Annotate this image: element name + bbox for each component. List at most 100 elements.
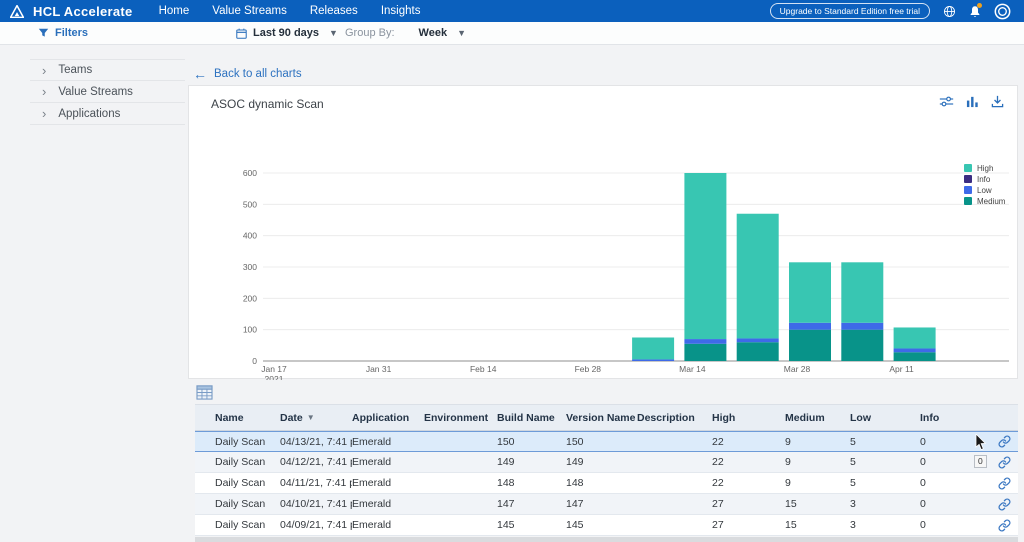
sidebar-item-value-streams[interactable]: ›Value Streams (30, 81, 185, 103)
row-link-icon[interactable] (998, 477, 1011, 490)
nav-item-releases[interactable]: Releases (310, 5, 358, 17)
y-tick-label: 300 (243, 262, 257, 272)
table-row[interactable]: Daily Scan04/09/21, 7:41 pmEmerald145145… (195, 515, 1018, 536)
cell-application: Emerald (352, 436, 424, 448)
table-row[interactable]: Daily Scan04/11/21, 7:41 pmEmerald148148… (195, 473, 1018, 494)
column-header-environment[interactable]: Environment (424, 412, 497, 424)
column-header-high[interactable]: High (712, 412, 785, 424)
table-row[interactable]: Daily Scan04/10/21, 7:41 pmEmerald147147… (195, 494, 1018, 515)
back-to-charts-link[interactable]: ← Back to all charts (193, 66, 302, 82)
bar-segment-high-mar-7[interactable] (632, 338, 674, 360)
chart-type-icon[interactable] (966, 95, 979, 108)
bar-segment-low-mar-7[interactable] (632, 359, 674, 361)
cell-build-name: 148 (497, 477, 566, 489)
notifications-bell-icon[interactable] (969, 5, 981, 18)
cell-medium: 9 (785, 436, 850, 448)
column-label: Info (920, 412, 939, 424)
column-header-version-name[interactable]: Version Name (566, 412, 637, 424)
cell-build-name: 145 (497, 519, 566, 531)
nav-right-actions: Upgrade to Standard Edition free trial (770, 3, 1024, 20)
hcl-logo-icon[interactable] (10, 5, 24, 18)
column-header-build-name[interactable]: Build Name (497, 412, 566, 424)
cell-application: Emerald (352, 498, 424, 510)
download-icon[interactable] (991, 95, 1004, 108)
table-view-icon[interactable] (196, 385, 213, 405)
cell-version-name: 149 (566, 456, 637, 468)
cell-version-name: 145 (566, 519, 637, 531)
nav-item-value-streams[interactable]: Value Streams (212, 5, 287, 17)
app-window: HCL Accelerate Home Value Streams Releases… (0, 0, 1024, 542)
legend-label-high: High (977, 164, 993, 173)
column-label: Environment (424, 412, 488, 424)
x-tick-label: Feb 14 (470, 364, 497, 374)
notification-dot (977, 3, 982, 8)
bar-segment-low-mar-14[interactable] (684, 339, 726, 344)
row-link-icon[interactable] (998, 519, 1011, 532)
y-tick-label: 200 (243, 293, 257, 303)
nav-item-insights[interactable]: Insights (381, 5, 421, 17)
column-header-info[interactable]: Info (920, 412, 990, 424)
legend-swatch-info (964, 175, 972, 183)
column-label: Low (850, 412, 871, 424)
row-link-icon[interactable] (998, 456, 1011, 469)
chart-actions (939, 95, 1004, 108)
mouse-cursor (975, 434, 987, 456)
bar-segment-high-mar-28[interactable] (789, 262, 831, 322)
cell-application: Emerald (352, 519, 424, 531)
row-link-icon[interactable] (998, 498, 1011, 511)
globe-icon[interactable] (943, 5, 956, 18)
table-row[interactable]: Daily Scan04/12/21, 7:41 pmEmerald149149… (195, 452, 1018, 473)
column-header-description[interactable]: Description (637, 412, 712, 424)
date-range-dropdown[interactable]: Last 90 days ▼ (236, 22, 338, 44)
column-header-medium[interactable]: Medium (785, 412, 850, 424)
bar-segment-medium-apr-4[interactable] (841, 330, 883, 361)
chevron-right-icon: › (42, 64, 46, 77)
bar-segment-low-mar-28[interactable] (789, 323, 831, 330)
column-header-name[interactable]: Name (195, 412, 280, 424)
sidebar-item-label: Applications (58, 108, 120, 120)
legend-swatch-low (964, 186, 972, 194)
x-tick-label: Apr 11 (889, 364, 914, 374)
bar-segment-high-apr-11[interactable] (894, 327, 936, 348)
x-tick-label: Mar 28 (784, 364, 811, 374)
column-label: Build Name (497, 412, 555, 424)
chart-settings-icon[interactable] (939, 95, 954, 108)
bar-segment-high-apr-4[interactable] (841, 262, 883, 322)
upgrade-button[interactable]: Upgrade to Standard Edition free trial (770, 3, 930, 19)
bar-segment-medium-mar-21[interactable] (737, 342, 779, 361)
bar-segment-high-mar-14[interactable] (684, 173, 726, 339)
y-tick-label: 600 (243, 168, 257, 178)
sidebar-item-teams[interactable]: ›Teams (30, 59, 185, 81)
column-label: High (712, 412, 735, 424)
cell-medium: 15 (785, 519, 850, 531)
column-header-low[interactable]: Low (850, 412, 920, 424)
bar-segment-low-mar-21[interactable] (737, 338, 779, 342)
bar-segment-high-mar-21[interactable] (737, 214, 779, 339)
row-link-icon[interactable] (998, 435, 1011, 448)
nav-item-home[interactable]: Home (159, 5, 190, 17)
group-by-label: Group By: (345, 27, 395, 39)
cell-version-name: 147 (566, 498, 637, 510)
bar-segment-low-apr-4[interactable] (841, 323, 883, 330)
top-navigation-bar: HCL Accelerate Home Value Streams Releases… (0, 0, 1024, 22)
bar-segment-medium-mar-28[interactable] (789, 330, 831, 361)
table-row[interactable]: Daily Scan04/13/21, 7:41 pmEmerald150150… (195, 431, 1018, 452)
column-header-date[interactable]: Date▼ (280, 412, 352, 424)
group-by-dropdown[interactable]: Group By: Week ▼ (345, 22, 466, 44)
filters-toggle[interactable]: Filters (38, 22, 88, 44)
bar-segment-medium-mar-14[interactable] (684, 344, 726, 361)
column-header-application[interactable]: Application (352, 412, 424, 424)
y-tick-label: 400 (243, 231, 257, 241)
cell-date: 04/12/21, 7:41 pm (280, 456, 352, 468)
cell-build-name: 150 (497, 436, 566, 448)
app-title: HCL Accelerate (33, 4, 133, 19)
cell-high: 27 (712, 498, 785, 510)
funnel-icon (38, 28, 49, 39)
cell-name: Daily Scan (195, 456, 280, 468)
user-avatar[interactable] (994, 3, 1011, 20)
cell-name: Daily Scan (195, 477, 280, 489)
value-tooltip: 0 (974, 455, 987, 468)
bar-segment-medium-apr-11[interactable] (894, 352, 936, 361)
sidebar-item-applications[interactable]: ›Applications (30, 103, 185, 125)
bar-segment-low-apr-11[interactable] (894, 348, 936, 352)
